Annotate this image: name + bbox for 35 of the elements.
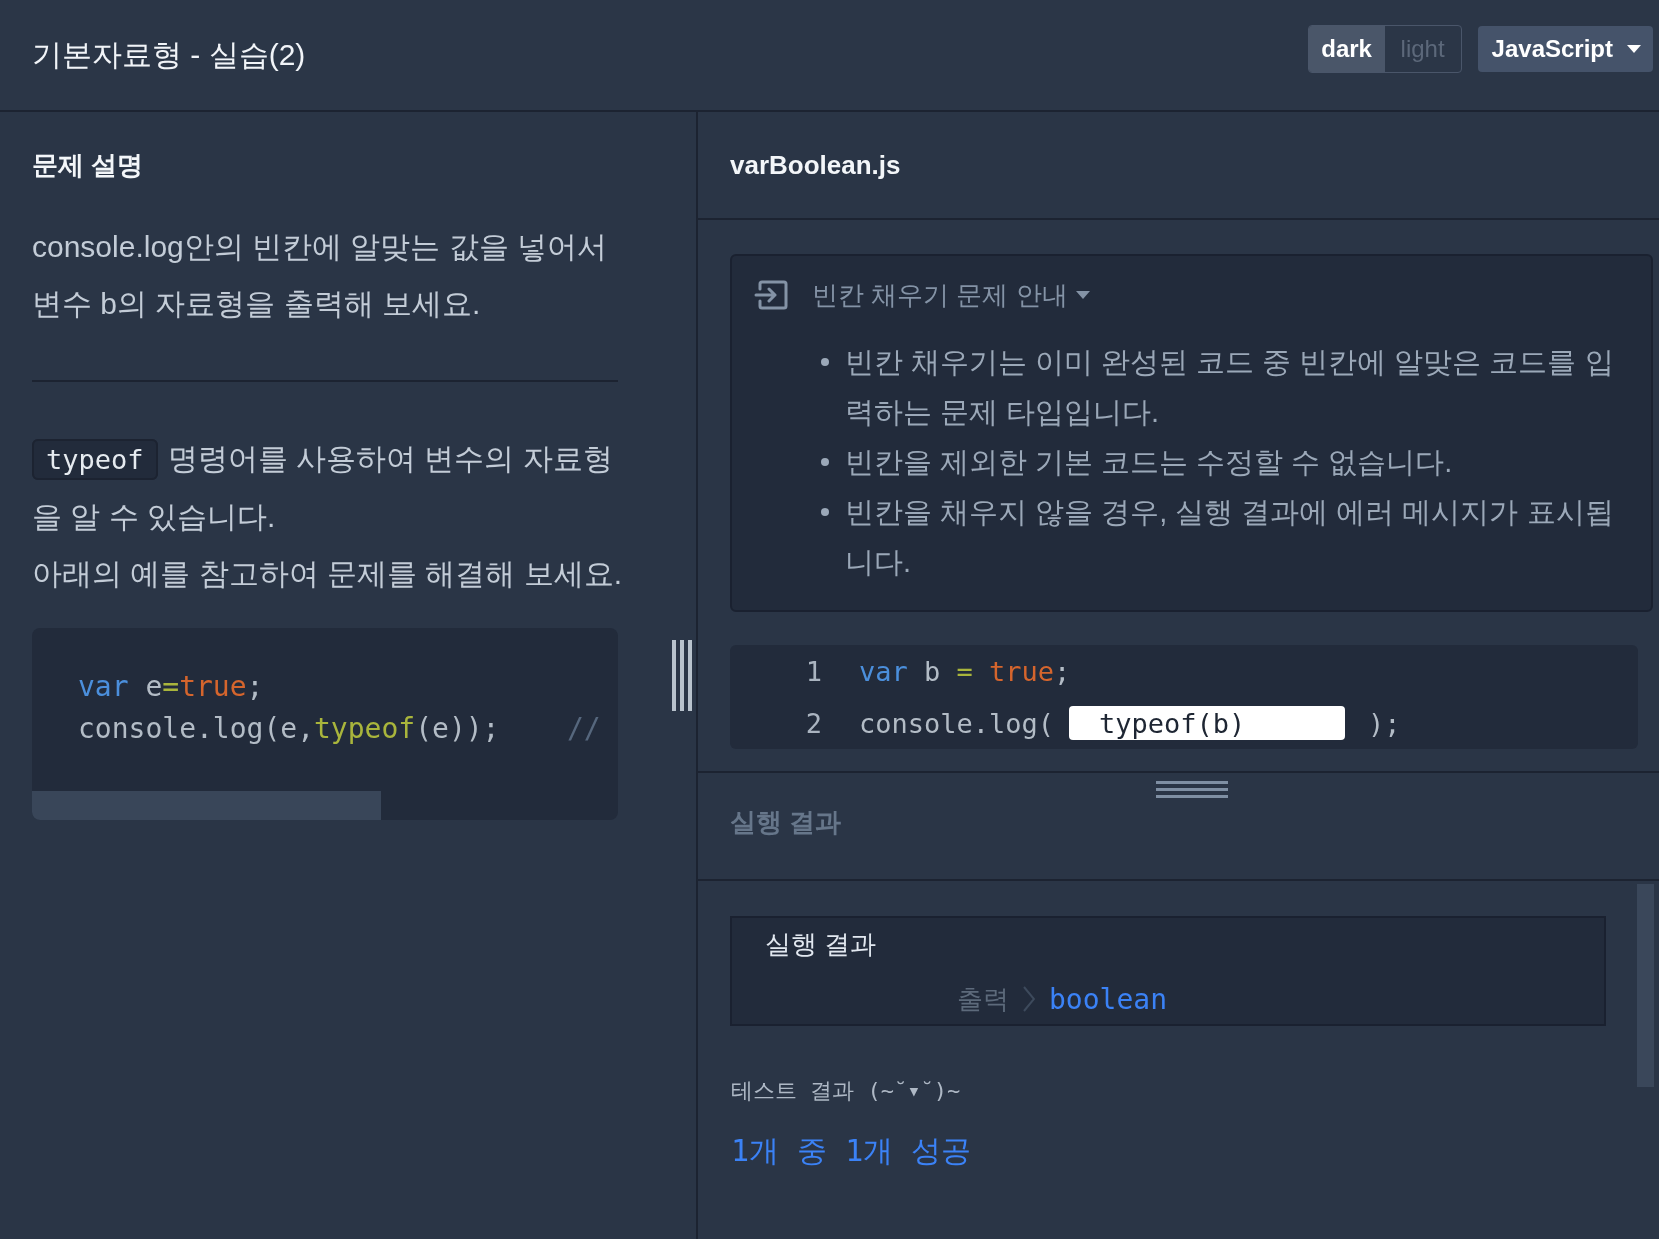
sign-in-icon xyxy=(754,279,788,311)
test-result-summary: 1개 중 1개 성공 xyxy=(731,1132,973,1170)
guide-text: 빈칸 채우기는 이미 완성된 코드 중 빈칸에 알맞은 코드를 입력하는 문제 타입입니다. xyxy=(845,345,1615,430)
test-result-heading: 테스트 결과 (~˘▾˘)~ xyxy=(731,1077,962,1105)
output-value: boolean xyxy=(1049,982,1167,1016)
description-text: 아래의 예를 참고하여 문제를 해결해 보세요. xyxy=(32,556,622,592)
language-dropdown[interactable]: JavaScript xyxy=(1477,26,1653,72)
guide-text: 빈칸을 제외한 기본 코드는 수정할 수 없습니다. xyxy=(845,445,1453,480)
scrollbar[interactable] xyxy=(32,791,381,820)
section-heading: 문제 설명 xyxy=(32,149,145,182)
bullet-icon xyxy=(821,358,829,366)
answer-field[interactable]: typeof(b) xyxy=(1069,706,1346,740)
code-text: console.log( xyxy=(859,707,1055,739)
line-number: 1 xyxy=(804,655,822,687)
caret-icon xyxy=(1627,45,1641,53)
line-number: 2 xyxy=(804,707,822,739)
section-heading: 실행 결과 xyxy=(730,806,843,839)
bullet-icon xyxy=(821,458,829,466)
code-line: console.log(e,typeof(e)); // xyxy=(78,711,602,747)
resize-handle[interactable] xyxy=(672,640,692,711)
file-name: varBoolean.js xyxy=(730,149,901,181)
code-line: var e=true; xyxy=(78,669,265,705)
bullet-icon xyxy=(821,508,829,516)
description-text: console.log안의 빈칸에 알맞는 값을 넣어서 변수 b의 자료형을 출력해 보세요. xyxy=(32,229,609,322)
resize-handle[interactable] xyxy=(1155,781,1228,798)
page-title: 기본자료형 - 실습(2) xyxy=(32,36,307,73)
output-label: 출력 xyxy=(957,982,1009,1016)
guide-text: 빈칸을 채우지 않을 경우, 실행 결과에 에러 메시지가 표시됩니다. xyxy=(845,495,1615,580)
theme-toggle-option[interactable]: dark xyxy=(1308,26,1385,72)
description-text: typeof 명령어를 사용하여 변수의 자료형을 알 수 있습니다. xyxy=(32,430,622,545)
chevron-right-icon xyxy=(1023,986,1035,1012)
guide-toggle[interactable]: 빈칸 채우기 문제 안내 xyxy=(754,278,1090,312)
code-line: var b = true; xyxy=(859,655,1071,687)
output-heading: 실행 결과 xyxy=(765,928,878,961)
code-text: ); xyxy=(1368,707,1401,739)
